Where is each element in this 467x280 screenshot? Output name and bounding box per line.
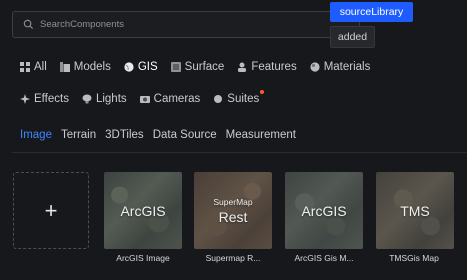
category-all[interactable]: All	[20, 61, 47, 73]
category-label: All	[34, 61, 47, 73]
component-card-arcgis-gis-map[interactable]: ArcGIS	[285, 172, 363, 249]
category-label: Surface	[184, 61, 225, 73]
add-component-button[interactable]: +	[13, 172, 89, 249]
component-card-arcgis-image[interactable]: ArcGIS	[104, 172, 182, 249]
thumbnail-title: ArcGIS	[120, 202, 166, 219]
card-thumbnail: ArcGIS	[285, 172, 363, 249]
thumbnail-title: ArcGIS	[301, 202, 347, 219]
thumbnail-title: Rest	[218, 208, 248, 225]
component-card-supermap-rest[interactable]: SuperMap Rest	[194, 172, 272, 249]
card-caption: ArcGIS Gis M...	[294, 253, 354, 263]
category-gis[interactable]: GIS	[124, 61, 158, 73]
card-caption: TMSGis Map	[389, 253, 439, 263]
card-thumbnail: ArcGIS	[104, 172, 182, 249]
category-surface[interactable]: Surface	[170, 61, 225, 73]
category-lights[interactable]: Lights	[82, 93, 127, 105]
source-library-tooltip: sourceLibrary	[330, 2, 413, 22]
features-icon	[237, 62, 247, 72]
tab-measurement[interactable]: Measurement	[226, 129, 296, 141]
surface-icon	[170, 62, 181, 72]
cube-icon	[59, 62, 70, 72]
category-effects[interactable]: Effects	[20, 93, 69, 105]
sparkle-icon	[20, 94, 30, 104]
search-input[interactable]	[40, 19, 340, 30]
category-models[interactable]: Models	[59, 61, 111, 73]
suite-icon	[213, 94, 223, 104]
bulb-icon	[82, 94, 92, 104]
tab-3dtiles[interactable]: 3DTiles	[105, 129, 144, 141]
category-suites[interactable]: Suites	[213, 90, 265, 105]
added-tooltip: added	[330, 26, 375, 48]
category-label: Effects	[34, 93, 69, 105]
notification-badge	[260, 90, 265, 94]
tab-terrain[interactable]: Terrain	[61, 129, 96, 141]
category-row-1: All Models GIS Surface Features Material…	[20, 61, 383, 73]
card-caption: ArcGIS Image	[116, 253, 170, 263]
plus-icon: +	[44, 197, 58, 223]
subtab-bar: Image Terrain 3DTiles Data Source Measur…	[20, 129, 305, 141]
card-thumbnail: SuperMap Rest	[194, 172, 272, 249]
tab-image[interactable]: Image	[20, 129, 52, 141]
search-icon	[23, 19, 34, 30]
card-thumbnail: TMS	[376, 172, 454, 249]
category-label: GIS	[137, 61, 158, 73]
category-cameras[interactable]: Cameras	[139, 93, 201, 105]
thumbnail-title: TMS	[400, 202, 430, 219]
divider	[12, 152, 467, 153]
tab-data-source[interactable]: Data Source	[153, 129, 217, 141]
category-label: Models	[73, 61, 111, 73]
category-row-2: Effects Lights Cameras Suites	[20, 90, 272, 105]
category-label: Features	[251, 61, 297, 73]
grid-icon	[20, 62, 30, 72]
globe-icon	[124, 62, 134, 72]
search-bar[interactable]	[12, 11, 360, 38]
camera-icon	[139, 94, 150, 104]
card-caption: Supermap R...	[205, 253, 261, 263]
category-label: Cameras	[153, 93, 201, 105]
material-ball-icon	[310, 62, 320, 72]
category-label: Lights	[95, 93, 127, 105]
thumbnail-subtitle: SuperMap	[213, 196, 253, 207]
category-label: Materials	[323, 61, 371, 73]
component-card-tms-gis-map[interactable]: TMS	[376, 172, 454, 249]
category-materials[interactable]: Materials	[310, 61, 371, 73]
category-features[interactable]: Features	[237, 61, 297, 73]
category-label: Suites	[227, 93, 260, 105]
